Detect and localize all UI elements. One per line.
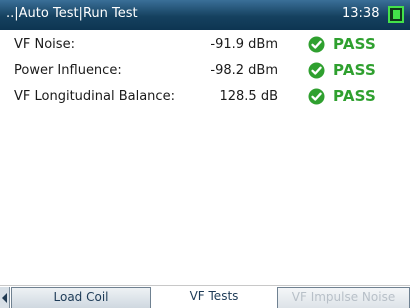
result-value: -91.9 dBm — [210, 37, 278, 52]
scroll-left-button[interactable] — [0, 287, 10, 308]
plug-indicator — [393, 10, 400, 19]
tab-load-coil[interactable]: Load Coil — [11, 287, 151, 308]
chevron-left-icon — [2, 293, 7, 303]
tab-vf-tests[interactable]: VF Tests — [151, 287, 277, 308]
title-bar: ..|Auto Test|Run Test 13:38 — [0, 0, 410, 30]
clock: 13:38 — [342, 6, 380, 21]
check-circle-icon — [308, 36, 325, 53]
check-circle-icon — [308, 62, 325, 79]
result-row-power-influence: Power Influence: -98.2 dBm PASS — [0, 59, 410, 85]
tab-divider — [0, 285, 410, 286]
result-label: VF Noise: — [14, 37, 75, 52]
result-label: Power Influence: — [14, 63, 122, 78]
result-row-vf-longitudinal-balance: VF Longitudinal Balance: 128.5 dB PASS — [0, 85, 410, 111]
status-pass: PASS — [333, 87, 376, 105]
status-pass: PASS — [333, 61, 376, 79]
screen: ..|Auto Test|Run Test 13:38 VF Noise: -9… — [0, 0, 410, 308]
result-value: -98.2 dBm — [210, 63, 278, 78]
battery-icon — [388, 6, 404, 23]
check-circle-icon — [308, 88, 325, 105]
breadcrumb-title[interactable]: ..|Auto Test|Run Test — [6, 6, 138, 21]
tab-bar: Load Coil VF Tests VF Impulse Noise — [0, 285, 410, 308]
tab-vf-impulse-noise: VF Impulse Noise — [277, 287, 410, 308]
result-value: 128.5 dB — [219, 89, 278, 104]
status-pass: PASS — [333, 35, 376, 53]
result-row-vf-noise: VF Noise: -91.9 dBm PASS — [0, 33, 410, 59]
result-label: VF Longitudinal Balance: — [14, 89, 175, 104]
